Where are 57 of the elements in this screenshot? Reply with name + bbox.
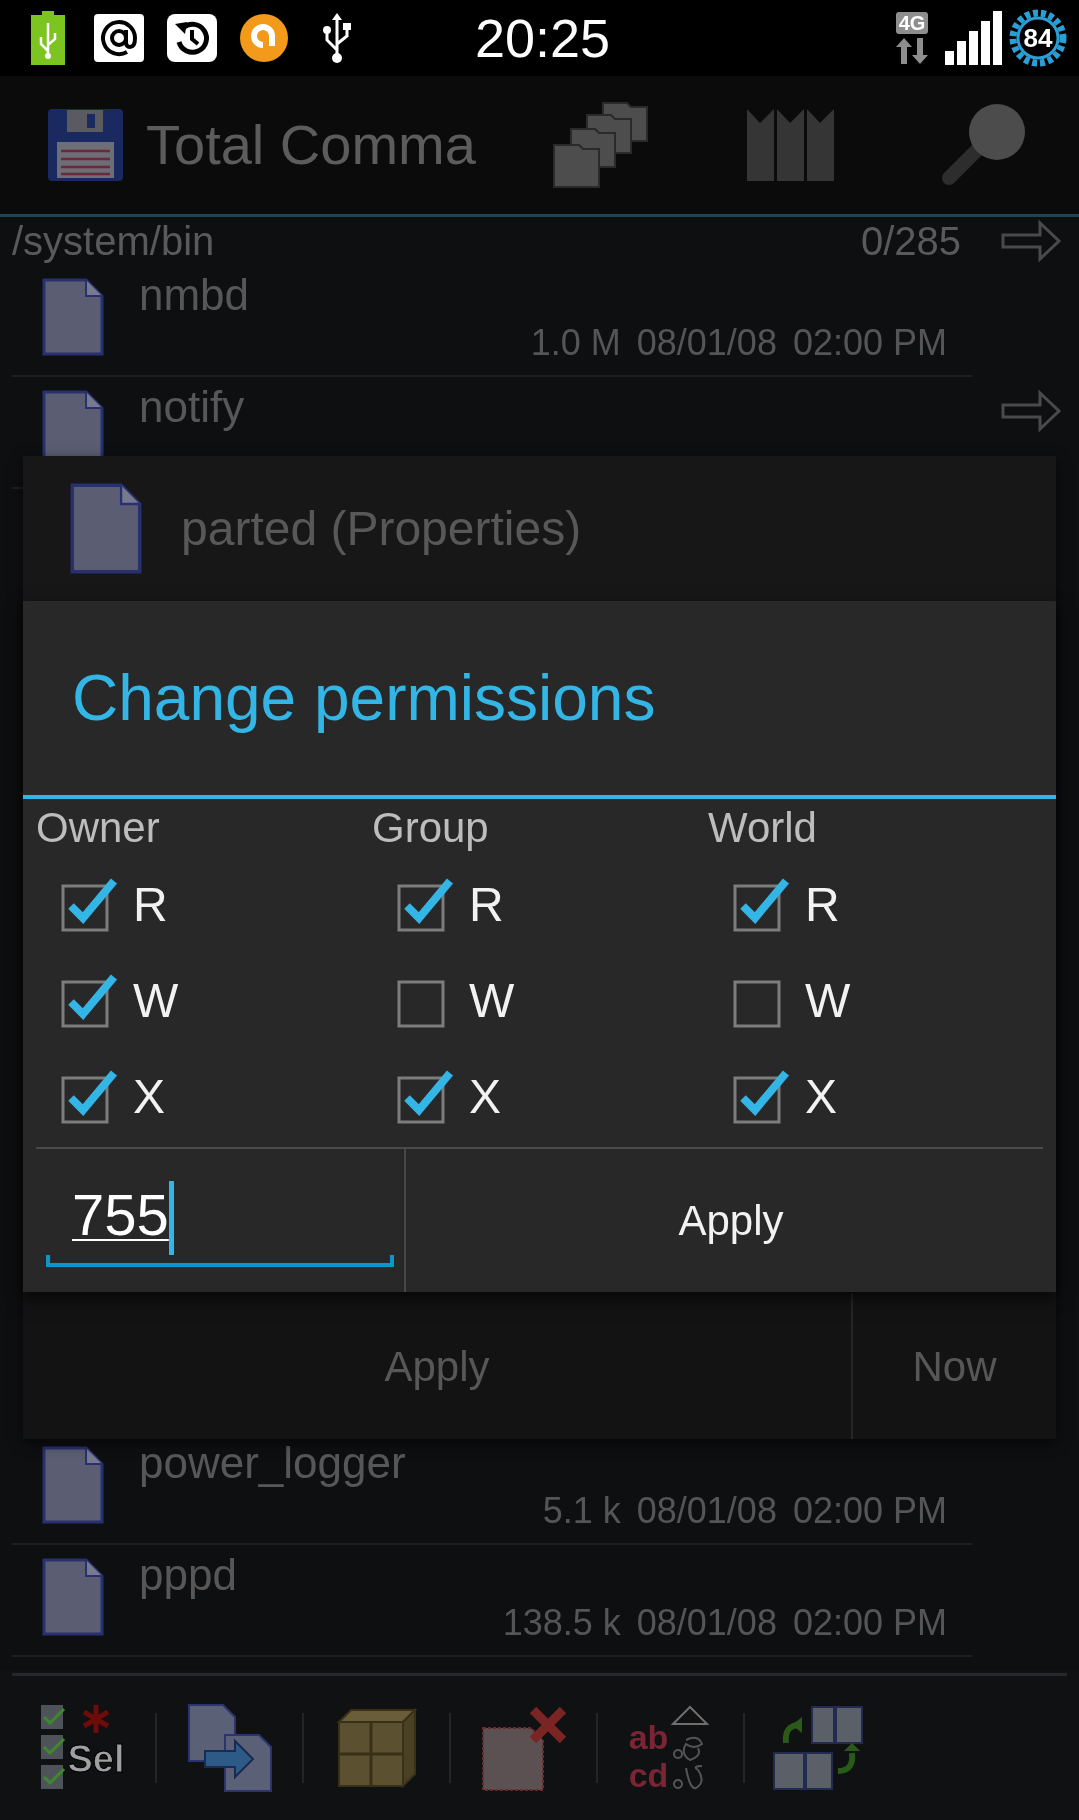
checklist-icon bbox=[40, 1703, 67, 1791]
permission-checkbox[interactable]: R bbox=[395, 857, 504, 953]
clock-time: 20:25 bbox=[475, 8, 611, 68]
file-count: 0/285 bbox=[860, 219, 961, 263]
column-header: Owner bbox=[36, 803, 160, 853]
file-name: notify bbox=[139, 383, 245, 431]
arrow-icon[interactable] bbox=[1000, 389, 1062, 433]
app-title: Total Comma bbox=[146, 113, 477, 177]
dialog-title: parted (Properties) bbox=[181, 500, 582, 557]
column-header: World bbox=[708, 803, 817, 853]
file-icon bbox=[42, 278, 104, 356]
file-icon bbox=[42, 1558, 104, 1636]
current-path: /system/bin bbox=[12, 219, 215, 263]
battery-charging-icon bbox=[31, 11, 65, 65]
permission-checkbox[interactable]: W bbox=[731, 953, 851, 1049]
permission-checkbox[interactable]: X bbox=[731, 1049, 837, 1145]
permission-checkbox[interactable]: W bbox=[395, 953, 515, 1049]
file-date: 08/01/08 bbox=[636, 323, 777, 363]
delete-file-icon[interactable] bbox=[480, 1704, 567, 1792]
file-name: power_logger bbox=[139, 1439, 406, 1487]
swap-panels-icon[interactable] bbox=[771, 1705, 864, 1791]
dialog-title: Change permissions bbox=[72, 661, 656, 736]
bookmarks-icon[interactable] bbox=[747, 109, 834, 181]
box-icon[interactable] bbox=[336, 1708, 417, 1788]
file-date: 08/01/08 bbox=[636, 1491, 777, 1531]
file-size: 5.1 k bbox=[542, 1491, 621, 1531]
history-icon bbox=[167, 14, 217, 62]
permission-input[interactable]: 755 bbox=[46, 1175, 394, 1267]
circle-logo-icon bbox=[239, 13, 289, 63]
text-cursor-icon bbox=[168, 1181, 174, 1255]
battery-percent-badge: 84 bbox=[1009, 9, 1067, 67]
apply-button[interactable]: Apply bbox=[406, 1149, 1056, 1292]
stacked-folders-icon[interactable] bbox=[551, 101, 650, 189]
file-size: 1.0 M bbox=[530, 323, 621, 363]
permission-checkbox[interactable]: R bbox=[731, 857, 840, 953]
network-type-label: 4G bbox=[895, 12, 929, 34]
permission-checkbox[interactable]: W bbox=[59, 953, 179, 1049]
asterisk-icon bbox=[80, 1703, 112, 1735]
usb-icon bbox=[322, 12, 352, 64]
permission-checkbox[interactable]: X bbox=[395, 1049, 501, 1145]
signal-icon bbox=[945, 11, 1003, 65]
file-date: 08/01/08 bbox=[636, 1603, 777, 1643]
file-time: 02:00 PM bbox=[792, 323, 947, 363]
file-icon bbox=[42, 1446, 104, 1524]
file-time: 02:00 PM bbox=[792, 1491, 947, 1531]
select-button[interactable]: Sel bbox=[40, 1703, 125, 1793]
column-header: Group bbox=[372, 803, 489, 853]
file-name: nmbd bbox=[139, 271, 250, 319]
file-time: 02:00 PM bbox=[792, 1603, 947, 1643]
permission-checkbox[interactable]: R bbox=[59, 857, 168, 953]
file-name: pppd bbox=[139, 1551, 237, 1599]
permission-checkbox[interactable]: X bbox=[59, 1049, 165, 1145]
file-icon bbox=[70, 483, 142, 574]
file-size: 138.5 k bbox=[502, 1603, 621, 1643]
arrow-icon[interactable] bbox=[1000, 219, 1062, 263]
data-arrows-icon bbox=[895, 38, 929, 64]
at-sign-icon bbox=[94, 14, 144, 62]
